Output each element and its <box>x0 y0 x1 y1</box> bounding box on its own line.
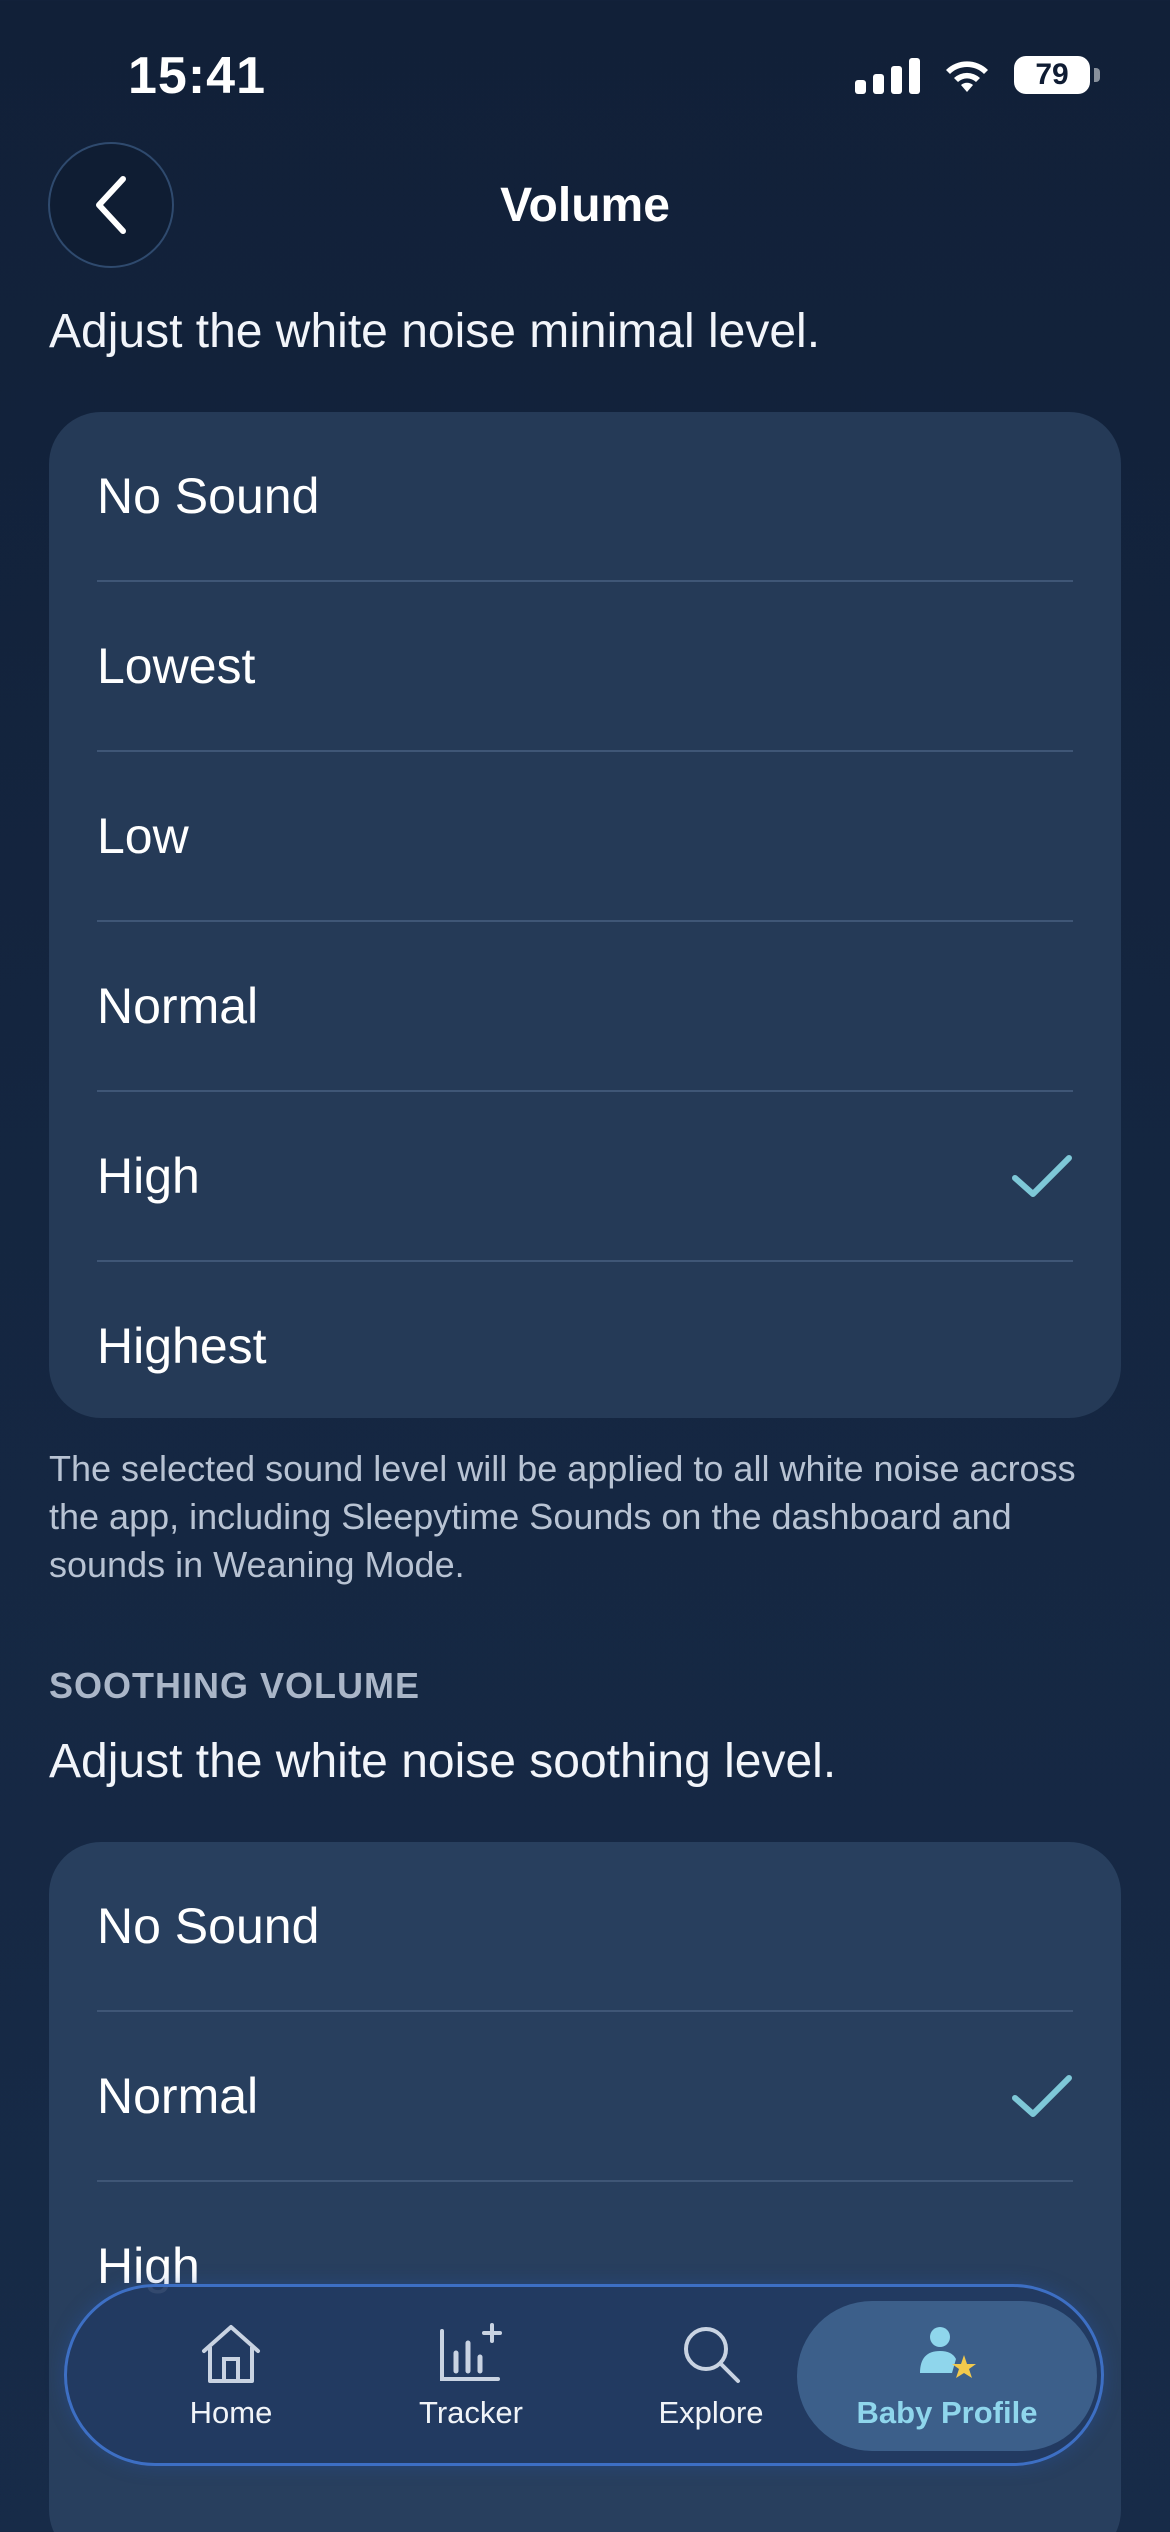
minimal-option-highest[interactable]: Highest <box>49 1262 1121 1418</box>
battery-level: 79 <box>1035 58 1069 91</box>
soothing-subtitle: Adjust the white noise soothing level. <box>49 1735 837 1788</box>
tab-label: Tracker <box>419 2395 523 2430</box>
tab-label: Home <box>189 2395 273 2430</box>
baby-profile-icon <box>920 2327 976 2378</box>
tab-tracker[interactable]: Tracker <box>351 2301 591 2451</box>
tab-label: Baby Profile <box>856 2395 1038 2430</box>
option-label: High <box>97 1148 200 1204</box>
home-icon <box>202 2325 260 2383</box>
minimal-level-list: No Sound Lowest Low Normal High Highest <box>49 412 1121 1418</box>
option-label: No Sound <box>97 468 320 524</box>
status-time: 15:41 <box>128 47 266 105</box>
tab-home[interactable]: Home <box>111 2301 351 2451</box>
tab-bar: Home Tracker Explore Baby Profile <box>64 2284 1104 2466</box>
option-label: Normal <box>97 2068 259 2124</box>
option-label: Highest <box>97 1318 267 1374</box>
soothing-option-normal[interactable]: Normal <box>49 2012 1121 2180</box>
cellular-signal-icon <box>855 56 920 94</box>
minimal-subtitle: Adjust the white noise minimal level. <box>49 305 821 358</box>
volume-footnote: The selected sound level will be applied… <box>49 1448 1076 1585</box>
minimal-option-normal[interactable]: Normal <box>49 922 1121 1090</box>
checkmark-icon <box>1012 2075 1072 2117</box>
chart-add-icon <box>440 2323 502 2381</box>
option-label: Low <box>97 808 189 864</box>
soothing-volume-heading: SOOTHING VOLUME <box>49 1665 421 1706</box>
tab-label: Explore <box>658 2395 764 2430</box>
wifi-icon <box>946 61 988 92</box>
soothing-option-no-sound[interactable]: No Sound <box>49 1842 1121 2010</box>
status-icons: 79 <box>855 56 1100 94</box>
search-icon <box>684 2327 740 2383</box>
checkmark-icon <box>1012 1155 1072 1197</box>
option-label: Lowest <box>97 638 256 694</box>
battery-icon: 79 <box>1014 56 1100 94</box>
tab-baby-profile[interactable]: Baby Profile <box>797 2301 1097 2451</box>
status-bar: 15:41 79 <box>0 0 1170 150</box>
page-title: Volume <box>500 179 670 232</box>
minimal-option-low[interactable]: Low <box>49 752 1121 920</box>
minimal-option-high[interactable]: High <box>49 1092 1121 1260</box>
tab-explore[interactable]: Explore <box>591 2301 831 2451</box>
option-label: Normal <box>97 978 259 1034</box>
minimal-option-no-sound[interactable]: No Sound <box>49 412 1121 580</box>
minimal-option-lowest[interactable]: Lowest <box>49 582 1121 750</box>
option-label: No Sound <box>97 1898 320 1954</box>
